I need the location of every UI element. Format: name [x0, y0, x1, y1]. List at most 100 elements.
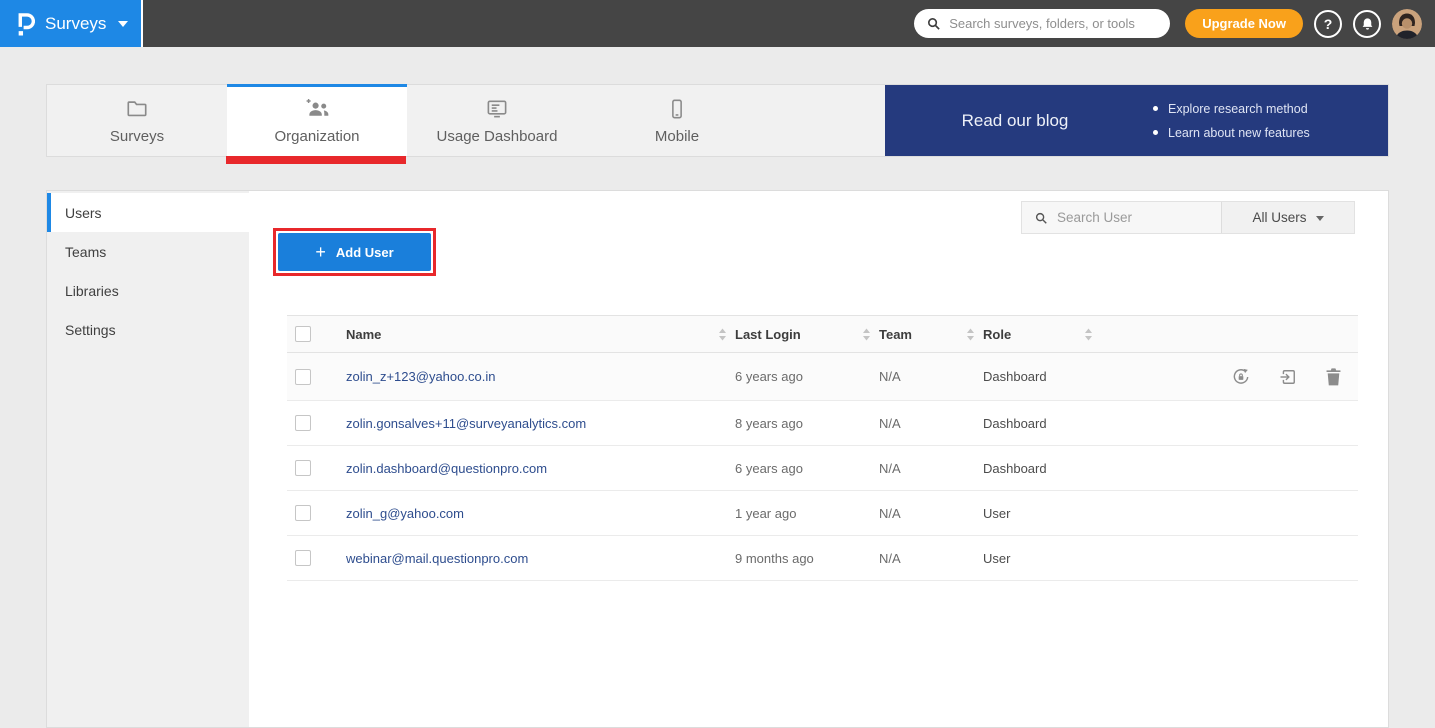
team-value: N/A — [879, 416, 901, 431]
add-people-icon — [304, 97, 331, 121]
sort-icon[interactable] — [862, 328, 871, 341]
bullet-dot-icon — [1153, 130, 1158, 135]
sidebar-item-libraries[interactable]: Libraries — [47, 271, 249, 310]
row-checkbox[interactable] — [295, 369, 311, 385]
question-mark-icon: ? — [1324, 16, 1333, 32]
reset-password-icon[interactable] — [1231, 367, 1251, 387]
table-row: zolin_g@yahoo.com 1 year ago N/A User — [287, 491, 1358, 536]
questionpro-p-logo-icon — [16, 11, 35, 37]
user-email-link[interactable]: zolin.gonsalves+11@surveyanalytics.com — [346, 416, 586, 431]
column-header-team[interactable]: Team — [879, 327, 912, 342]
column-header-role[interactable]: Role — [983, 327, 1011, 342]
user-email-link[interactable]: webinar@mail.questionpro.com — [346, 551, 528, 566]
team-value: N/A — [879, 369, 901, 384]
column-header-name[interactable]: Name — [346, 327, 381, 342]
users-table: Name Last Login Team Role zolin — [287, 315, 1358, 581]
upgrade-now-button[interactable]: Upgrade Now — [1185, 9, 1303, 38]
sidebar-item-label: Users — [65, 205, 102, 221]
sidebar-item-label: Libraries — [65, 283, 119, 299]
user-email-link[interactable]: zolin_z+123@yahoo.co.in — [346, 369, 495, 384]
sort-icon[interactable] — [718, 328, 727, 341]
blog-banner-title: Read our blog — [885, 111, 1145, 131]
add-user-label: Add User — [336, 245, 394, 260]
tab-organization[interactable]: Organization — [227, 85, 407, 156]
role-value: User — [983, 506, 1010, 521]
bell-icon — [1360, 16, 1375, 32]
chevron-down-icon — [1316, 216, 1324, 221]
table-row: webinar@mail.questionpro.com 9 months ag… — [287, 536, 1358, 581]
global-search — [914, 9, 1170, 38]
role-value: Dashboard — [983, 416, 1047, 431]
role-value: Dashboard — [983, 369, 1047, 384]
row-checkbox[interactable] — [295, 415, 311, 431]
tab-mobile[interactable]: Mobile — [587, 85, 767, 156]
table-header: Name Last Login Team Role — [287, 315, 1358, 353]
sidebar-item-settings[interactable]: Settings — [47, 310, 249, 349]
blog-bullet-list: Explore research method Learn about new … — [1153, 102, 1310, 140]
table-row: zolin.gonsalves+11@surveyanalytics.com 8… — [287, 401, 1358, 446]
help-button[interactable]: ? — [1314, 10, 1342, 38]
dashboard-icon — [485, 97, 509, 121]
folder-icon — [126, 97, 148, 121]
role-value: Dashboard — [983, 461, 1047, 476]
user-avatar[interactable] — [1392, 9, 1422, 39]
table-row: zolin_z+123@yahoo.co.in 6 years ago N/A … — [287, 353, 1358, 401]
plus-icon: + — [315, 243, 326, 261]
sidebar-item-users[interactable]: Users — [47, 193, 249, 232]
bullet-dot-icon — [1153, 106, 1158, 111]
search-icon — [1034, 211, 1048, 225]
organization-panel: Users Teams Libraries Settings All Users — [46, 190, 1389, 728]
product-switcher[interactable]: Surveys — [0, 0, 143, 47]
blog-bullet: Explore research method — [1153, 102, 1310, 116]
annotation-highlight-organization-tab — [226, 156, 406, 164]
blog-banner[interactable]: Read our blog Explore research method Le… — [885, 85, 1388, 156]
add-user-button[interactable]: + Add User — [278, 233, 431, 271]
user-filter-dropdown[interactable]: All Users — [1221, 202, 1354, 233]
last-login-value: 1 year ago — [735, 506, 796, 521]
app-root: Surveys Upgrade Now ? — [0, 0, 1435, 728]
topbar-actions: Upgrade Now ? — [914, 9, 1435, 39]
row-actions — [1093, 367, 1358, 387]
login-as-user-icon[interactable] — [1278, 367, 1298, 387]
annotation-highlight-add-user: + Add User — [273, 228, 436, 276]
user-email-link[interactable]: zolin_g@yahoo.com — [346, 506, 464, 521]
sidebar-item-label: Settings — [65, 322, 116, 338]
user-search-bar: All Users — [1021, 201, 1355, 234]
topbar: Surveys Upgrade Now ? — [0, 0, 1435, 47]
notifications-button[interactable] — [1353, 10, 1381, 38]
mobile-icon — [666, 97, 688, 121]
column-header-last-login[interactable]: Last Login — [735, 327, 801, 342]
tab-bar: Surveys Organization Usage Dashboard Mob… — [46, 84, 1389, 157]
last-login-value: 6 years ago — [735, 369, 803, 384]
sidebar-item-label: Teams — [65, 244, 106, 260]
row-checkbox[interactable] — [295, 505, 311, 521]
delete-icon[interactable] — [1325, 367, 1342, 386]
sort-icon[interactable] — [1084, 328, 1093, 341]
last-login-value: 9 months ago — [735, 551, 814, 566]
search-icon — [926, 16, 941, 31]
sidebar: Users Teams Libraries Settings — [47, 191, 249, 727]
global-search-input[interactable] — [949, 16, 1158, 31]
sort-icon[interactable] — [966, 328, 975, 341]
team-value: N/A — [879, 551, 901, 566]
user-filter-label: All Users — [1252, 210, 1306, 225]
user-email-link[interactable]: zolin.dashboard@questionpro.com — [346, 461, 547, 476]
team-value: N/A — [879, 506, 901, 521]
team-value: N/A — [879, 461, 901, 476]
role-value: User — [983, 551, 1010, 566]
tab-surveys[interactable]: Surveys — [47, 85, 227, 156]
chevron-down-icon — [118, 21, 128, 27]
row-checkbox[interactable] — [295, 550, 311, 566]
user-search-input[interactable] — [1057, 210, 1209, 225]
blog-bullet: Learn about new features — [1153, 126, 1310, 140]
table-row: zolin.dashboard@questionpro.com 6 years … — [287, 446, 1358, 491]
row-checkbox[interactable] — [295, 460, 311, 476]
last-login-value: 6 years ago — [735, 461, 803, 476]
last-login-value: 8 years ago — [735, 416, 803, 431]
sidebar-item-teams[interactable]: Teams — [47, 232, 249, 271]
tab-usage-dashboard[interactable]: Usage Dashboard — [407, 85, 587, 156]
select-all-checkbox[interactable] — [295, 326, 311, 342]
product-menu-label: Surveys — [45, 14, 106, 34]
table-body: zolin_z+123@yahoo.co.in 6 years ago N/A … — [287, 353, 1358, 581]
user-search-field — [1022, 202, 1221, 233]
